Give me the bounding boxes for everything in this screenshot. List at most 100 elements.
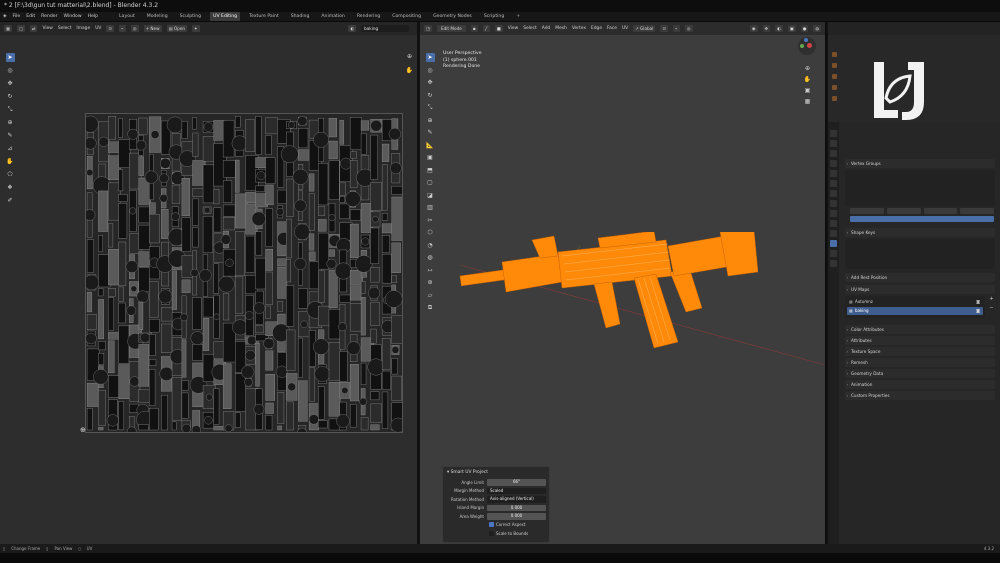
- tab-geometry-nodes[interactable]: Geometry Nodes: [430, 12, 475, 21]
- overlays-icon[interactable]: ◐: [775, 25, 783, 32]
- tool-tab-icon[interactable]: [830, 130, 837, 137]
- uv-menu-uv[interactable]: UV: [95, 26, 101, 31]
- margin-method-select[interactable]: Scaled: [487, 487, 546, 494]
- mesh-object-icon[interactable]: [832, 85, 837, 90]
- camera-render-icon[interactable]: ◙: [976, 307, 980, 315]
- pinch-tool-icon[interactable]: ❖: [6, 183, 15, 192]
- section-remesh[interactable]: Remesh: [845, 358, 995, 367]
- pivot-point-icon[interactable]: ⊙: [660, 25, 668, 32]
- area-weight-field[interactable]: 0.000: [487, 513, 546, 520]
- deselect-button[interactable]: [960, 208, 994, 214]
- particles-tab-icon[interactable]: [830, 210, 837, 217]
- shading-solid-icon[interactable]: ●: [800, 25, 809, 32]
- uv-menu-select[interactable]: Select: [58, 26, 72, 31]
- annotate-tool-icon[interactable]: ✎: [6, 131, 15, 140]
- tab-sculpting[interactable]: Sculpting: [177, 12, 204, 21]
- remove-button[interactable]: [886, 208, 921, 214]
- camera-render-icon[interactable]: ◙: [976, 298, 980, 306]
- blender-logo-icon[interactable]: ◈: [3, 12, 7, 21]
- tab-rendering[interactable]: Rendering: [354, 12, 383, 21]
- select-mode-icon[interactable]: ▢: [16, 25, 25, 32]
- proportional-edit-icon[interactable]: ◎: [684, 25, 693, 32]
- island-margin-field[interactable]: 0.000: [487, 504, 546, 511]
- shading-material-icon[interactable]: ◍: [813, 25, 821, 32]
- uv-layout-canvas[interactable]: [85, 113, 403, 433]
- section-shape-keys[interactable]: Shape Keys: [845, 228, 995, 237]
- texture-tab-icon[interactable]: [830, 260, 837, 267]
- snapping-icon[interactable]: ⌁: [672, 25, 680, 32]
- sticky-select-icon[interactable]: ⇄: [29, 25, 38, 32]
- rip-tool-icon[interactable]: ⊿: [6, 144, 15, 153]
- 2d-cursor-icon[interactable]: ⊕: [80, 426, 86, 434]
- weight-slider[interactable]: [850, 216, 994, 222]
- object-tab-icon[interactable]: [830, 190, 837, 197]
- scale-to-bounds-checkbox[interactable]: [489, 530, 494, 536]
- mesh-data-tab-icon[interactable]: [830, 240, 837, 247]
- 3d-viewport[interactable]: ◳ Edit Mode ▪ ╱ ■ View Select Add Mesh V…: [420, 22, 825, 544]
- proportional-icon[interactable]: ◎: [130, 25, 139, 32]
- uv-menu-image[interactable]: Image: [76, 26, 90, 31]
- add-uv-map-icon[interactable]: +: [988, 296, 995, 303]
- section-geometry-data[interactable]: Geometry Data: [845, 369, 995, 378]
- menu-window[interactable]: Window: [64, 12, 82, 21]
- world-tab-icon[interactable]: [830, 180, 837, 187]
- select-button[interactable]: [923, 208, 958, 214]
- vp-menu-face[interactable]: Face: [607, 26, 617, 31]
- add-workspace-button[interactable]: +: [513, 12, 523, 21]
- orientation-select[interactable]: ↗ Global: [633, 25, 656, 32]
- cursor-tool-icon[interactable]: ◎: [6, 66, 15, 75]
- section-custom-properties[interactable]: Custom Properties: [845, 391, 995, 400]
- select-tool-icon[interactable]: ➤: [5, 53, 15, 62]
- material-tab-icon[interactable]: [830, 250, 837, 257]
- output-tab-icon[interactable]: [830, 150, 837, 157]
- xray-icon[interactable]: ▣: [787, 25, 796, 32]
- tab-layout[interactable]: Layout: [116, 12, 138, 21]
- transform-tool-icon[interactable]: ⊕: [6, 118, 15, 127]
- scale-tool-icon[interactable]: ⤡: [6, 105, 15, 114]
- tab-uv-editing[interactable]: UV Editing: [210, 12, 241, 21]
- view-layer-tab-icon[interactable]: [830, 160, 837, 167]
- constraints-tab-icon[interactable]: [830, 230, 837, 237]
- vp-menu-select[interactable]: Select: [523, 26, 537, 31]
- tab-texture-paint[interactable]: Texture Paint: [246, 12, 282, 21]
- vp-menu-add[interactable]: Add: [542, 26, 551, 31]
- vp-menu-edge[interactable]: Edge: [591, 26, 602, 31]
- menu-edit[interactable]: Edit: [26, 12, 35, 21]
- remove-uv-map-icon[interactable]: −: [988, 305, 995, 312]
- vertex-select-icon[interactable]: ▪: [470, 25, 478, 32]
- overlay-icon[interactable]: ◐: [348, 25, 356, 32]
- section-color-attributes[interactable]: Color Attributes: [845, 325, 995, 334]
- modifier-tab-icon[interactable]: [830, 200, 837, 207]
- section-vertex-groups[interactable]: Vertex Groups: [845, 159, 995, 168]
- zoom-icon[interactable]: ⊕: [405, 52, 414, 61]
- panel-title[interactable]: ▾ Smart UV Project: [443, 467, 549, 478]
- image-name-field[interactable]: baking: [361, 25, 409, 32]
- tab-animation[interactable]: Animation: [318, 12, 347, 21]
- editor-type-icon[interactable]: ▦: [4, 25, 12, 32]
- new-image-button[interactable]: + New: [143, 25, 162, 32]
- snap-icon[interactable]: ⌁: [118, 25, 126, 32]
- vp-menu-uv[interactable]: UV: [622, 26, 628, 31]
- gizmo-icon[interactable]: ✥: [762, 25, 771, 32]
- face-select-icon[interactable]: ■: [494, 25, 503, 32]
- vp-menu-mesh[interactable]: Mesh: [555, 26, 567, 31]
- uv-map-item-active[interactable]: ▦ baking ◙: [847, 307, 983, 315]
- mesh-object-icon[interactable]: [832, 63, 837, 68]
- collection-icon[interactable]: [832, 52, 837, 57]
- rifle-mesh[interactable]: [458, 232, 758, 357]
- uv-map-item[interactable]: ▦ Autumnz ◙: [847, 298, 983, 306]
- menu-file[interactable]: File: [13, 12, 21, 21]
- section-attributes[interactable]: Attributes: [845, 336, 995, 345]
- rotation-method-select[interactable]: Axis-aligned (Vertical): [487, 496, 546, 503]
- vertex-groups-list[interactable]: [845, 170, 995, 206]
- rotate-tool-icon[interactable]: ↻: [6, 92, 15, 101]
- grab-tool-icon[interactable]: ✋: [6, 157, 15, 166]
- open-image-button[interactable]: ▤ Open: [166, 25, 188, 32]
- correct-aspect-checkbox[interactable]: [489, 522, 494, 528]
- shape-keys-list[interactable]: [845, 239, 995, 269]
- mode-select[interactable]: Edit Mode: [436, 25, 466, 32]
- pin-icon[interactable]: ✦: [192, 25, 200, 32]
- add-rest-position-toggle[interactable]: Add Rest Position: [845, 273, 995, 282]
- angle-limit-field[interactable]: 66°: [487, 479, 546, 486]
- tab-scripting[interactable]: Scripting: [481, 12, 507, 21]
